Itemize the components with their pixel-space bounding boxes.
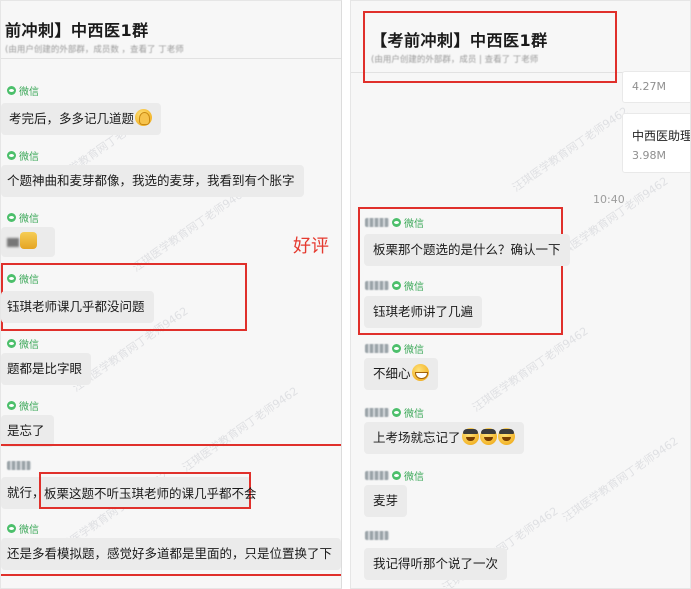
message-bubble[interactable]: 上考场就忘记了 [364, 422, 524, 454]
wechat-icon [7, 524, 16, 533]
wechat-icon [7, 86, 16, 95]
message-sender [365, 531, 389, 540]
message-sender: 微信 [7, 398, 39, 413]
left-chat-screenshot: 前冲刺】中西医1群 (由用户创建的外部群，成员数 ，查看了 丁老师 汪琪医学教育… [0, 0, 342, 589]
message-bubble[interactable]: 考完后，多多记几道题 [1, 103, 162, 135]
watermark: 汪琪医学教育网丁老师9462 [180, 384, 301, 475]
message-bubble[interactable]: 是忘了 [1, 415, 54, 447]
message-sender: 微信 [7, 210, 39, 225]
highlight-box [363, 11, 617, 83]
highlighted-text: 板栗这题不听玉琪老师的课几乎都不会 [44, 486, 257, 501]
message-bubble[interactable] [1, 227, 55, 257]
message-bubble[interactable]: 我记得听那个说了一次 [364, 548, 508, 580]
message-sender: 微信 [7, 521, 39, 536]
wechat-icon [7, 213, 16, 222]
saluting-face-emoji-icon [479, 428, 497, 445]
message-sender: 微信 [365, 278, 424, 293]
message-sender: 微信 [7, 271, 39, 286]
group-subtitle: (由用户创建的外部群，成员数 ，查看了 丁老师 [5, 45, 184, 55]
wechat-icon [392, 344, 401, 353]
timestamp: 10:40 [593, 193, 625, 206]
grinning-face-emoji-icon [411, 364, 429, 381]
file-size: 3.98M [632, 149, 666, 162]
message-sender: 微信 [7, 83, 39, 98]
message-sender: 微信 [365, 341, 424, 356]
file-card[interactable]: 4.27M [622, 71, 690, 103]
message-sender [7, 461, 31, 470]
message-bubble[interactable]: 钰琪老师讲了几遍 [364, 296, 483, 328]
message-sender: 微信 [7, 148, 39, 163]
wechat-icon [7, 401, 16, 410]
wechat-icon [392, 408, 401, 417]
message-bubble[interactable]: 个题神曲和麦芽都像，我选的麦芽，我看到有个胀字 [1, 165, 304, 197]
watermark: 汪琪医学教育网丁老师9462 [470, 324, 591, 415]
message-bubble[interactable]: 麦芽 [364, 485, 408, 517]
thumbs-up-emoji-icon [20, 232, 37, 249]
chat-header: 前冲刺】中西医1群 (由用户创建的外部群，成员数 ，查看了 丁老师 [1, 1, 341, 59]
message-bubble[interactable]: 不细心 [364, 358, 438, 390]
message-bubble[interactable]: 板栗那个题选的是什么？确认一下 [364, 234, 570, 266]
annotation-label: 好评 [293, 236, 329, 257]
wechat-icon [7, 274, 16, 283]
watermark: 汪琪医学教育网丁老师9462 [560, 434, 681, 525]
wechat-icon [392, 471, 401, 480]
group-title: 前冲刺】中西医1群 [5, 21, 149, 40]
highlight-line [1, 574, 341, 576]
message-sender: 微信 [365, 215, 424, 230]
saluting-face-emoji-icon [461, 428, 479, 445]
wechat-icon [392, 281, 401, 290]
saluting-face-emoji-icon [497, 428, 515, 445]
file-card[interactable]: 中西医助理 3.98M [622, 113, 691, 173]
message-sender: 微信 [7, 336, 39, 351]
wechat-icon [7, 339, 16, 348]
file-name: 中西医助理 [632, 129, 691, 143]
message-bubble[interactable]: 钰琪老师课几乎都没问题 [1, 291, 154, 323]
watermark: 汪琪医学教育网丁老师9462 [510, 104, 631, 195]
message-bubble[interactable]: 题都是比字眼 [1, 353, 92, 385]
wechat-icon [392, 218, 401, 227]
message-sender: 微信 [365, 405, 424, 420]
file-size: 4.27M [632, 80, 666, 93]
message-bubble[interactable]: 还是多看模拟题，感觉好多道都是里面的，只是位置换了下 [1, 538, 341, 570]
wechat-icon [7, 151, 16, 160]
highlight-line [1, 444, 341, 446]
praying-hands-emoji-icon [135, 109, 153, 126]
right-chat-screenshot: 【考前冲刺】中西医1群 (由用户创建的外部群，成员 | 查看了 丁老师 汪琪医学… [350, 0, 691, 589]
message-sender: 微信 [365, 468, 424, 483]
